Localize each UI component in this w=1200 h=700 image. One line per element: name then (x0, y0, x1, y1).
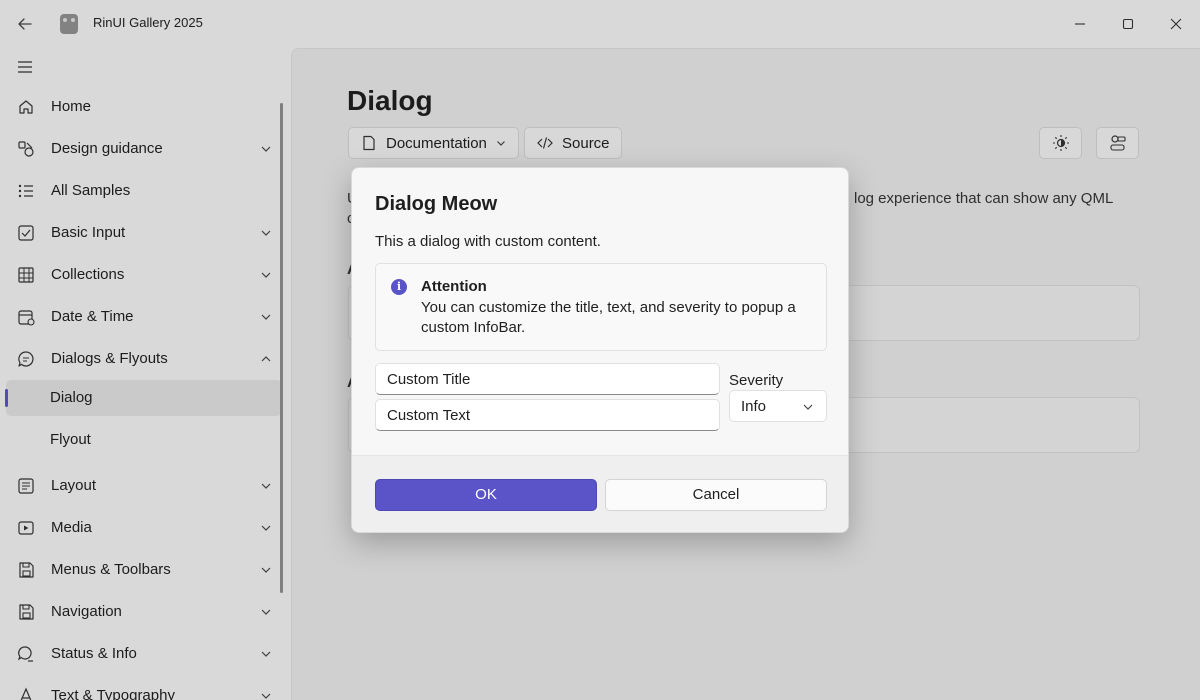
info-bar-message: You can customize the title, text, and s… (421, 299, 796, 336)
text-input[interactable] (376, 400, 719, 430)
dialog: Dialog Meow This a dialog with custom co… (351, 167, 849, 533)
ok-button[interactable]: OK (375, 479, 597, 511)
title-field[interactable] (375, 363, 720, 395)
info-bar-title: Attention (421, 278, 487, 295)
info-icon: i (391, 279, 407, 295)
dialog-text: This a dialog with custom content. (375, 233, 601, 250)
chevron-down-icon (803, 404, 813, 410)
dialog-title: Dialog Meow (375, 193, 498, 215)
title-input[interactable] (376, 364, 719, 394)
severity-select[interactable]: Info (729, 390, 827, 422)
dialog-footer: OK Cancel (352, 455, 848, 532)
severity-value: Info (741, 398, 767, 415)
severity-label: Severity (729, 372, 784, 389)
text-field[interactable] (375, 399, 720, 431)
info-bar: i Attention You can customize the title,… (375, 263, 827, 351)
cancel-button[interactable]: Cancel (605, 479, 827, 511)
